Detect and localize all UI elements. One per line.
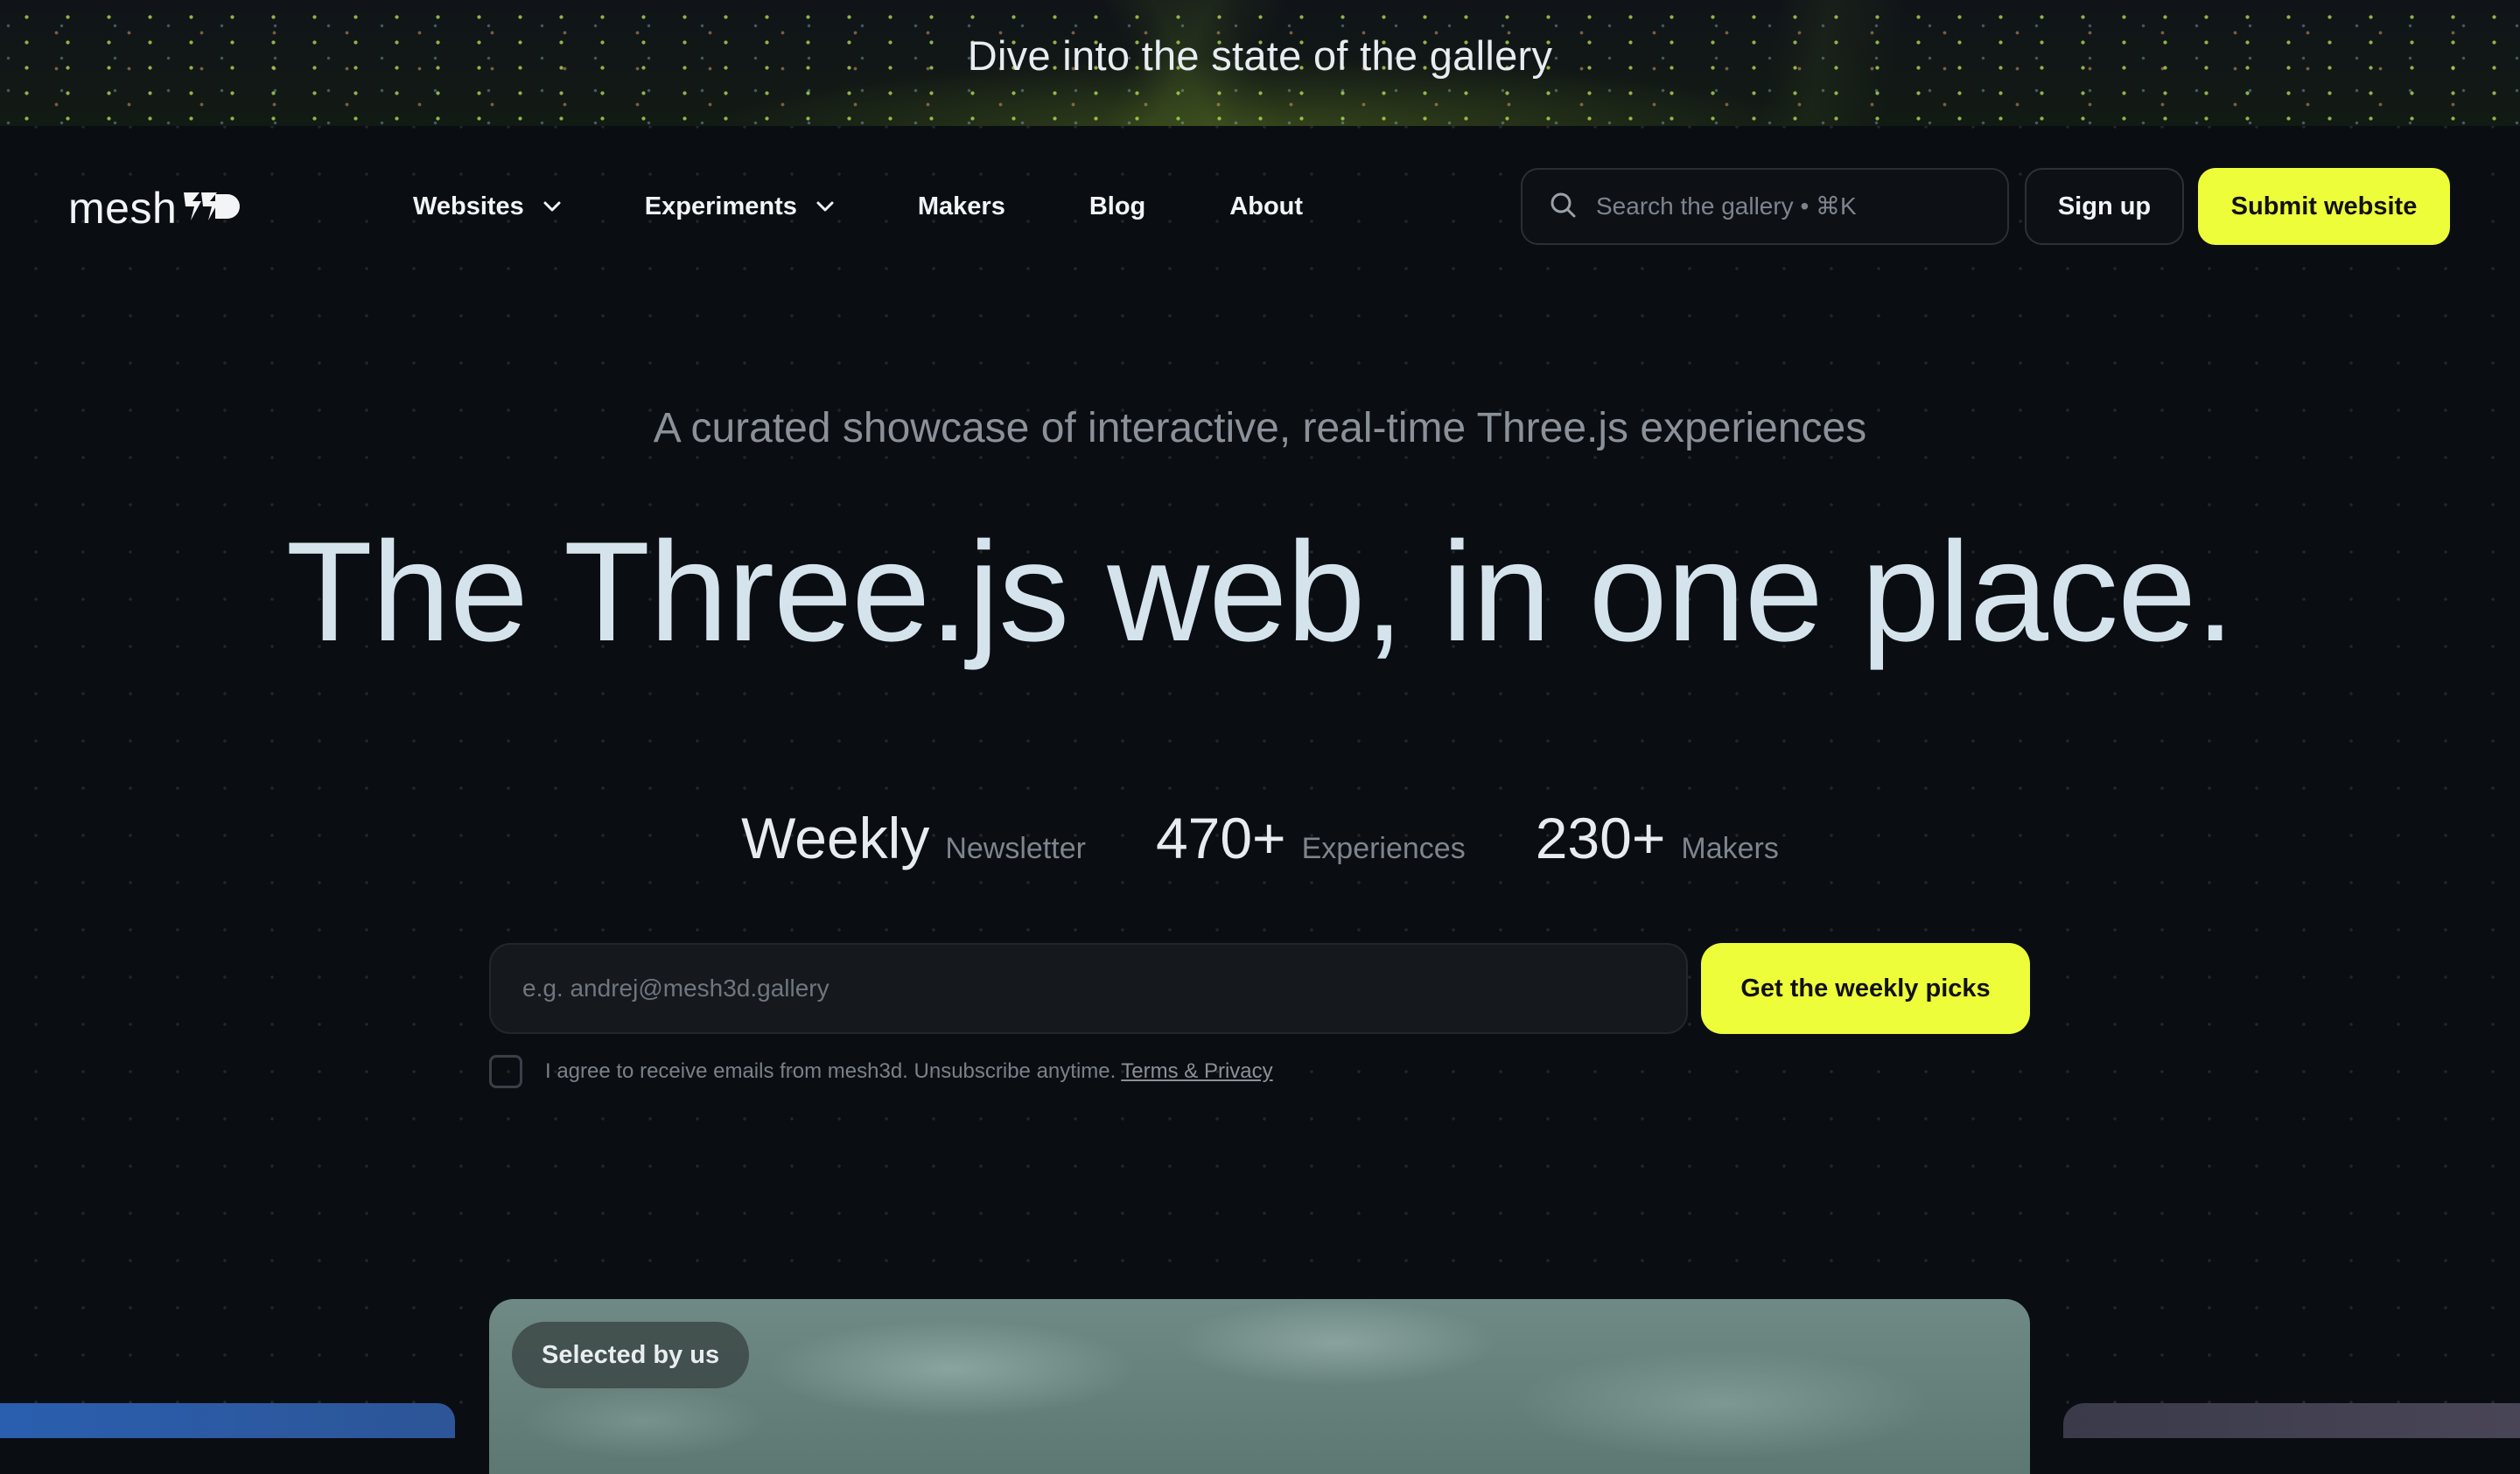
stat-label: Makers xyxy=(1681,832,1779,865)
stat-value: 470+ xyxy=(1155,806,1286,870)
stat-value: 230+ xyxy=(1535,806,1666,870)
nav-label: About xyxy=(1229,192,1304,220)
nav-label: Makers xyxy=(917,192,1005,220)
nav-websites[interactable]: Websites xyxy=(413,192,561,221)
stat-newsletter: Weekly Newsletter xyxy=(741,805,1086,871)
nav-label: Blog xyxy=(1088,192,1146,220)
chevron-down-icon xyxy=(816,201,834,212)
hero-headline: The Three.js web, in one place. xyxy=(285,513,2235,671)
chevron-down-icon xyxy=(543,201,561,212)
stats-row: Weekly Newsletter 470+ Experiences 230+ … xyxy=(0,805,2520,871)
stat-experiences: 470+ Experiences xyxy=(1156,805,1466,871)
logo[interactable]: mesh xyxy=(68,182,242,234)
submit-website-button[interactable]: Submit website xyxy=(2198,168,2450,245)
get-weekly-picks-button[interactable]: Get the weekly picks xyxy=(1701,943,2030,1034)
selected-badge: Selected by us xyxy=(512,1322,750,1388)
stat-makers: 230+ Makers xyxy=(1536,805,1779,871)
consent-row: I agree to receive emails from mesh3d. U… xyxy=(489,1055,1273,1088)
nav-experiments[interactable]: Experiments xyxy=(645,192,834,221)
nav-label: Experiments xyxy=(644,192,797,220)
website-card-left[interactable] xyxy=(0,1403,455,1438)
hero-tagline: A curated showcase of interactive, real-… xyxy=(653,405,1867,451)
consent-text: I agree to receive emails from mesh3d. U… xyxy=(545,1059,1116,1083)
nav-about[interactable]: About xyxy=(1229,192,1303,221)
consent-checkbox[interactable] xyxy=(489,1055,522,1088)
stat-label: Experiences xyxy=(1301,832,1466,865)
search-box[interactable] xyxy=(1521,168,2009,245)
website-card-right[interactable] xyxy=(2063,1403,2520,1438)
search-input[interactable] xyxy=(1594,192,1983,221)
banner-text[interactable]: Dive into the state of the gallery xyxy=(0,31,2520,80)
email-field[interactable] xyxy=(521,974,1686,1003)
main-nav: Websites Experiments Makers Blog About xyxy=(413,178,1387,234)
top-banner[interactable]: Dive into the state of the gallery xyxy=(0,0,2520,126)
stat-value: Weekly xyxy=(741,806,930,870)
site-header: mesh Websites Experiments Makers Blog Ab… xyxy=(0,126,2520,287)
nav-label: Websites xyxy=(413,192,524,220)
terms-privacy-link[interactable]: Terms & Privacy xyxy=(1121,1059,1272,1084)
email-field-wrapper xyxy=(489,943,1688,1034)
logo-text: mesh xyxy=(68,184,178,233)
logo-mark-icon xyxy=(180,187,242,230)
search-icon xyxy=(1549,191,1577,223)
featured-website-card[interactable]: Selected by us xyxy=(489,1299,2030,1474)
sign-up-button[interactable]: Sign up xyxy=(2025,168,2184,245)
nav-makers[interactable]: Makers xyxy=(918,192,1005,221)
nav-blog[interactable]: Blog xyxy=(1089,192,1145,221)
stat-label: Newsletter xyxy=(945,832,1086,865)
